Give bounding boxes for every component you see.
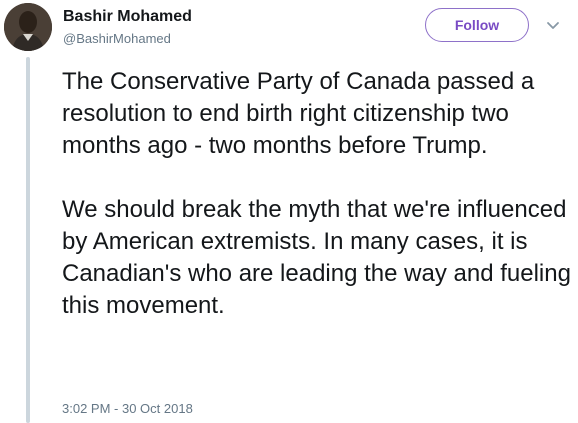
- follow-button[interactable]: Follow: [425, 8, 529, 42]
- tweet-text: The Conservative Party of Canada passed …: [62, 66, 574, 322]
- chevron-down-icon[interactable]: [546, 19, 560, 31]
- tweet-paragraph: We should break the myth that we're infl…: [62, 196, 571, 319]
- tweet-card: Bashir Mohamed @BashirMohamed Follow The…: [0, 0, 578, 423]
- author-handle[interactable]: @BashirMohamed: [63, 31, 171, 46]
- thread-line: [26, 57, 30, 423]
- author-name[interactable]: Bashir Mohamed: [63, 8, 192, 26]
- tweet-paragraph: The Conservative Party of Canada passed …: [62, 68, 535, 159]
- profile-photo-icon: [4, 3, 52, 51]
- avatar[interactable]: [4, 3, 52, 51]
- tweet-timestamp[interactable]: 3:02 PM - 30 Oct 2018: [62, 401, 193, 416]
